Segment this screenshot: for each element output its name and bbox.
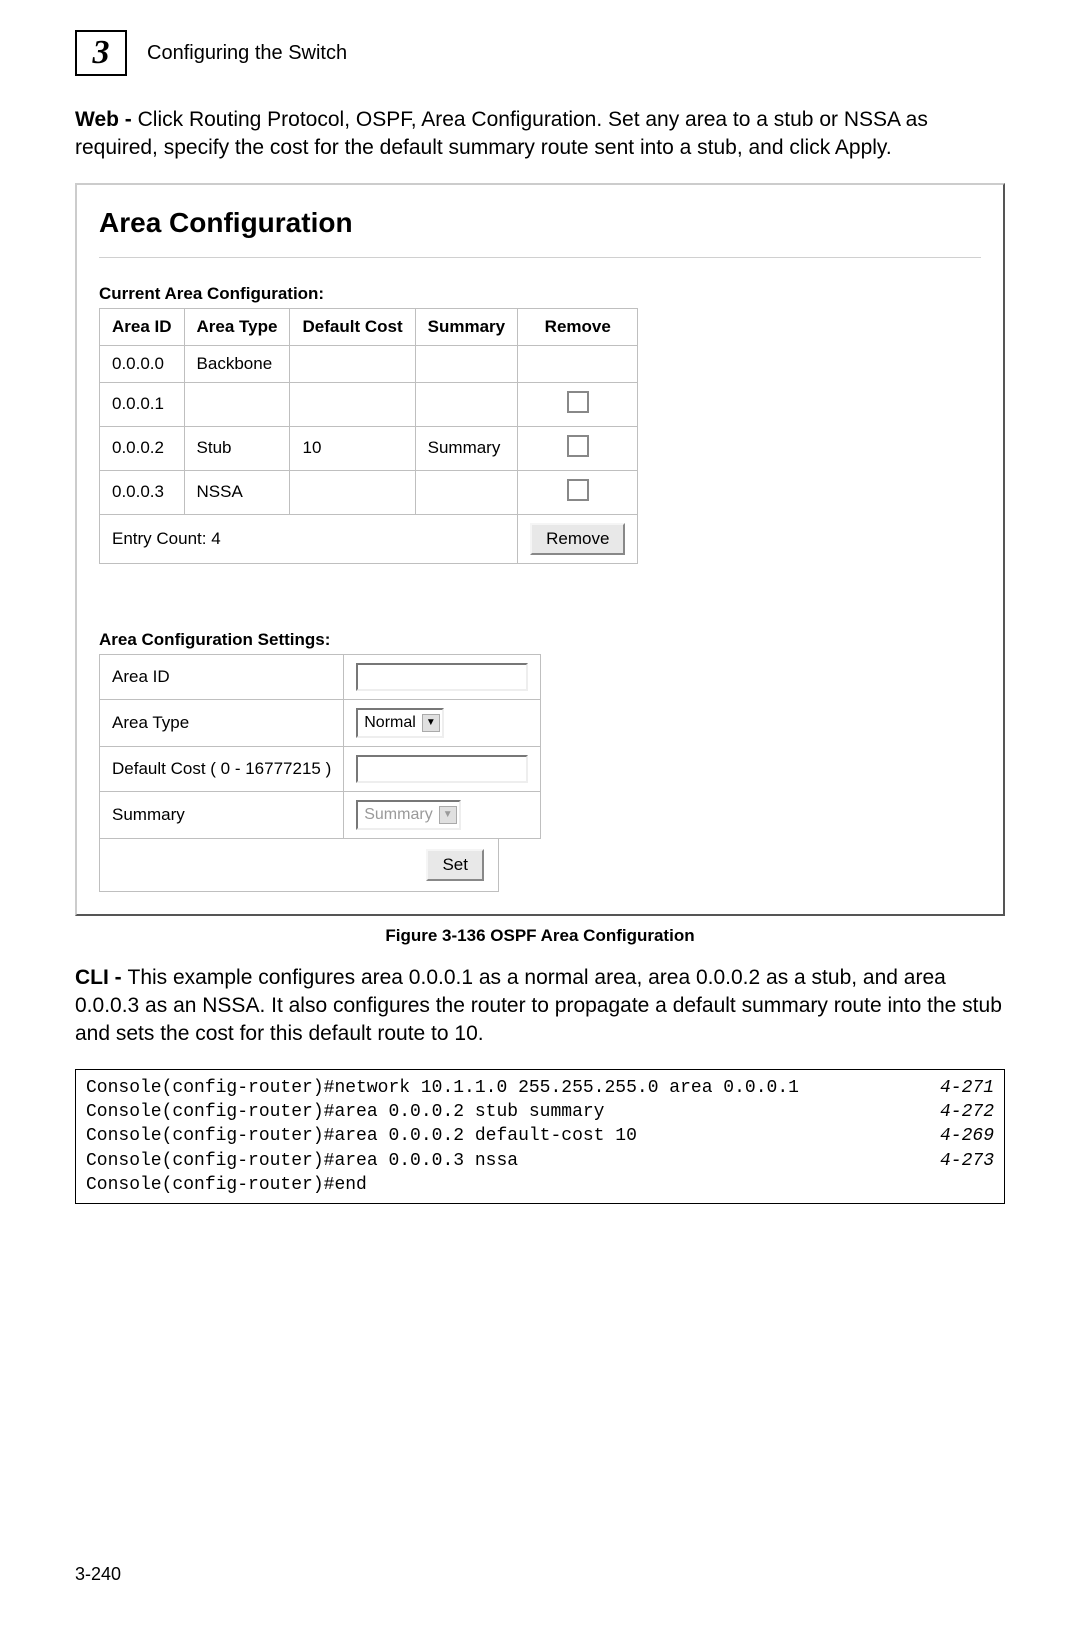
page: 3 Configuring the Switch Web - Click Rou… [0, 0, 1080, 1625]
default-cost-input[interactable] [356, 755, 528, 783]
figure-caption: Figure 3-136 OSPF Area Configuration [75, 926, 1005, 946]
entry-count: Entry Count: 4 [100, 514, 518, 563]
cell-area-id: 0.0.0.1 [100, 382, 185, 426]
cell-default-cost [290, 382, 415, 426]
cli-ref: 4-273 [940, 1149, 994, 1173]
chapter-header: 3 Configuring the Switch [75, 30, 1005, 76]
settings-row-default-cost: Default Cost ( 0 - 16777215 ) [100, 746, 541, 791]
chapter-title: Configuring the Switch [147, 42, 347, 65]
cell-remove [518, 470, 638, 514]
cli-block: Console(config-router)#network 10.1.1.0 … [75, 1069, 1005, 1204]
table-row: 0.0.0.3 NSSA [100, 470, 638, 514]
cli-cmd: Console(config-router)#area 0.0.0.2 stub… [86, 1100, 604, 1124]
cli-para-lead: CLI - [75, 966, 128, 989]
cell-summary [415, 382, 517, 426]
area-type-select[interactable]: Normal ▼ [356, 708, 444, 738]
col-remove: Remove [518, 308, 638, 345]
cell-area-type: Backbone [184, 345, 290, 382]
cli-line: Console(config-router)#area 0.0.0.3 nssa… [86, 1149, 994, 1173]
chapter-number-badge: 3 [75, 30, 127, 76]
cli-ref: 4-272 [940, 1100, 994, 1124]
table-header-row: Area ID Area Type Default Cost Summary R… [100, 308, 638, 345]
current-area-table: Area ID Area Type Default Cost Summary R… [99, 308, 638, 564]
cell-area-id: 0.0.0.2 [100, 426, 185, 470]
cli-ref: 4-271 [940, 1076, 994, 1100]
remove-checkbox[interactable] [567, 435, 589, 457]
settings-area-type-label: Area Type [100, 699, 344, 746]
col-default-cost: Default Cost [290, 308, 415, 345]
settings-row-area-type: Area Type Normal ▼ [100, 699, 541, 746]
col-area-type: Area Type [184, 308, 290, 345]
cli-line: Console(config-router)#area 0.0.0.2 stub… [86, 1100, 994, 1124]
settings-area-id-label: Area ID [100, 654, 344, 699]
current-area-label: Current Area Configuration: [99, 284, 981, 304]
cli-line: Console(config-router)#area 0.0.0.2 defa… [86, 1124, 994, 1148]
area-type-select-value: Normal [364, 714, 416, 732]
cell-remove [518, 345, 638, 382]
cli-paragraph: CLI - This example configures area 0.0.0… [75, 964, 1005, 1049]
cell-summary [415, 345, 517, 382]
cli-para-text: This example configures area 0.0.0.1 as … [75, 966, 1002, 1046]
summary-select: Summary ▼ [356, 800, 460, 830]
cell-default-cost [290, 345, 415, 382]
cell-summary [415, 470, 517, 514]
entry-count-row: Entry Count: 4 Remove [100, 514, 638, 563]
cell-summary: Summary [415, 426, 517, 470]
panel-divider [99, 257, 981, 258]
table-row: 0.0.0.1 [100, 382, 638, 426]
area-config-panel: Area Configuration Current Area Configur… [75, 183, 1005, 916]
cell-area-id: 0.0.0.0 [100, 345, 185, 382]
cli-cmd: Console(config-router)#end [86, 1173, 367, 1197]
panel-title: Area Configuration [99, 207, 981, 239]
cli-cmd: Console(config-router)#network 10.1.1.0 … [86, 1076, 799, 1100]
cell-area-id: 0.0.0.3 [100, 470, 185, 514]
web-paragraph: Web - Click Routing Protocol, OSPF, Area… [75, 106, 1005, 163]
table-row: 0.0.0.2 Stub 10 Summary [100, 426, 638, 470]
cell-area-type: Stub [184, 426, 290, 470]
table-row: 0.0.0.0 Backbone [100, 345, 638, 382]
cell-remove [518, 382, 638, 426]
remove-button[interactable]: Remove [530, 523, 625, 555]
cell-remove [518, 426, 638, 470]
col-summary: Summary [415, 308, 517, 345]
cell-default-cost: 10 [290, 426, 415, 470]
cli-ref: 4-269 [940, 1124, 994, 1148]
cli-cmd: Console(config-router)#area 0.0.0.2 defa… [86, 1124, 637, 1148]
cli-line: Console(config-router)#end [86, 1173, 994, 1197]
settings-row-summary: Summary Summary ▼ [100, 791, 541, 838]
cell-area-type [184, 382, 290, 426]
remove-checkbox[interactable] [567, 479, 589, 501]
cell-area-type: NSSA [184, 470, 290, 514]
settings-label: Area Configuration Settings: [99, 630, 981, 650]
web-para-lead: Web - [75, 108, 138, 131]
settings-row-area-id: Area ID [100, 654, 541, 699]
area-id-input[interactable] [356, 663, 528, 691]
web-para-text: Click Routing Protocol, OSPF, Area Confi… [75, 108, 928, 159]
cell-default-cost [290, 470, 415, 514]
chevron-down-icon: ▼ [439, 806, 457, 824]
settings-default-cost-label: Default Cost ( 0 - 16777215 ) [100, 746, 344, 791]
remove-checkbox[interactable] [567, 391, 589, 413]
summary-select-value: Summary [364, 806, 432, 824]
page-number: 3-240 [75, 1564, 1005, 1585]
col-area-id: Area ID [100, 308, 185, 345]
cli-line: Console(config-router)#network 10.1.1.0 … [86, 1076, 994, 1100]
chevron-down-icon: ▼ [422, 714, 440, 732]
cli-cmd: Console(config-router)#area 0.0.0.3 nssa [86, 1149, 518, 1173]
set-row: Set [99, 839, 499, 892]
set-button[interactable]: Set [426, 849, 484, 881]
settings-summary-label: Summary [100, 791, 344, 838]
settings-table: Area ID Area Type Normal ▼ Default Cost … [99, 654, 541, 839]
